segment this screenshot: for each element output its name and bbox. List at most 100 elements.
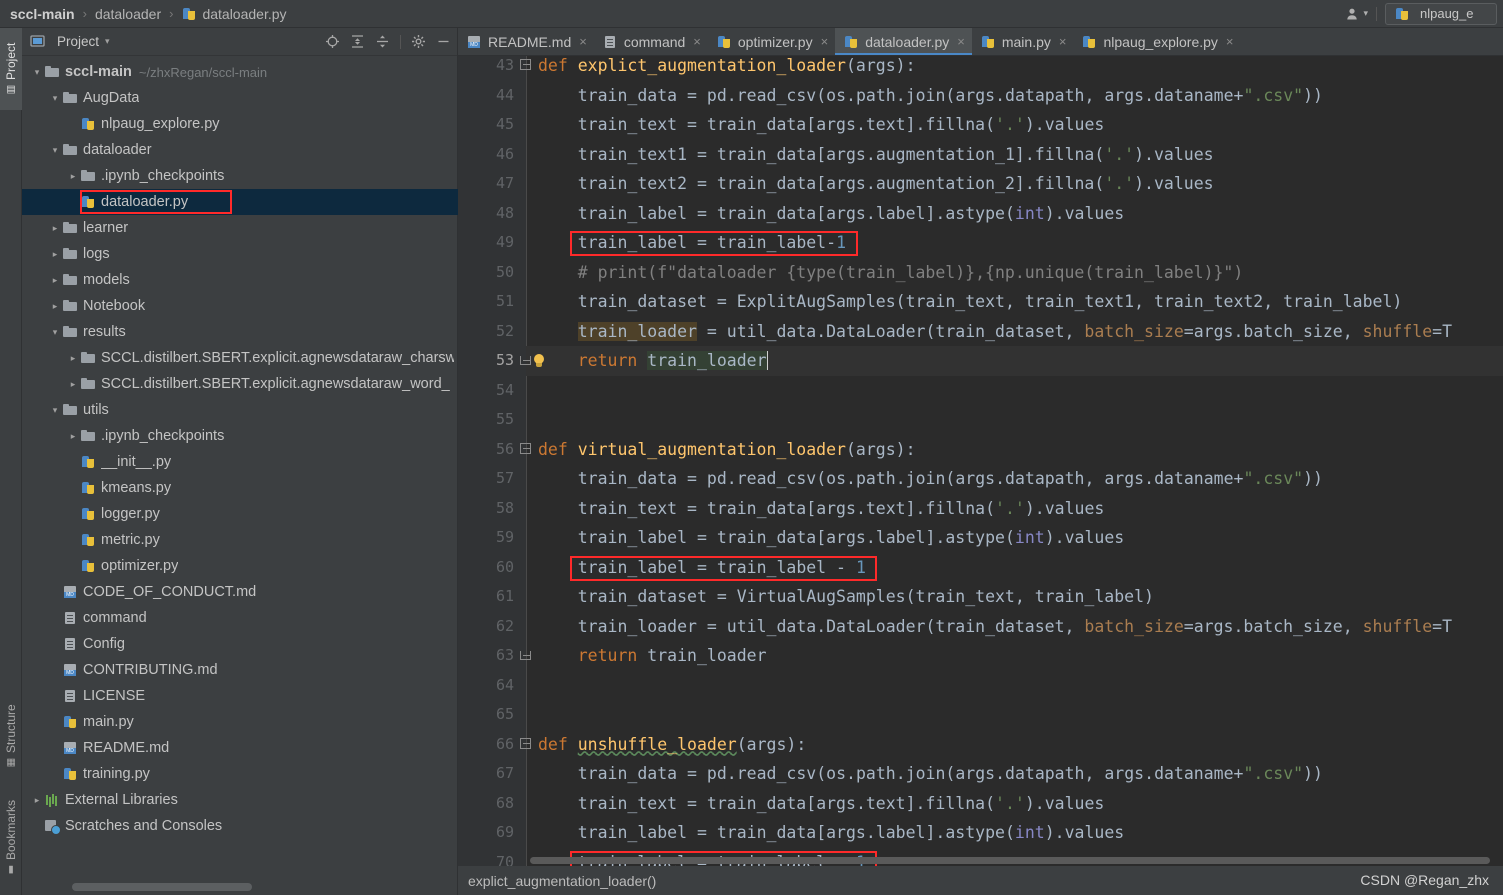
- code-line[interactable]: 62 train_loader = util_data.DataLoader(t…: [458, 612, 1503, 642]
- tree-item-sccl-main[interactable]: ▾ sccl-main ~/zhxRegan/sccl-main: [22, 59, 458, 85]
- tree-item-results[interactable]: ▾ results: [22, 319, 458, 345]
- tree-item-config[interactable]: Config: [22, 631, 458, 657]
- chevron-down-icon[interactable]: ▾: [30, 67, 44, 78]
- tree-item-scratches-and-consoles[interactable]: Scratches and Consoles: [22, 813, 458, 839]
- user-icon[interactable]: ▾: [1346, 7, 1368, 21]
- tree-item-models[interactable]: ▸ models: [22, 267, 458, 293]
- tree-item-augdata[interactable]: ▾ AugData: [22, 85, 458, 111]
- panel-horizontal-scrollbar[interactable]: [72, 883, 252, 891]
- code-line[interactable]: 59 train_label = train_data[args.label].…: [458, 523, 1503, 553]
- code-line[interactable]: 52 train_loader = util_data.DataLoader(t…: [458, 317, 1503, 347]
- sidebar-item-structure[interactable]: ▦ Structure: [0, 693, 22, 779]
- tree-item-__init__.py[interactable]: __init__.py: [22, 449, 458, 475]
- code-line[interactable]: 47 train_text2 = train_data[args.augment…: [458, 169, 1503, 199]
- editor-horizontal-scrollbar[interactable]: [530, 857, 1490, 864]
- editor-tab-dataloader-py[interactable]: dataloader.py ×: [835, 28, 972, 55]
- chevron-down-icon[interactable]: ▾: [48, 327, 62, 338]
- minimize-icon[interactable]: [436, 34, 451, 49]
- tree-item-contributing.md[interactable]: CONTRIBUTING.md: [22, 657, 458, 683]
- tree-item-.ipynb_checkpoints[interactable]: ▸ .ipynb_checkpoints: [22, 423, 458, 449]
- chevron-right-icon[interactable]: ▸: [66, 379, 80, 390]
- fold-collapse-icon[interactable]: [520, 737, 533, 751]
- code-line[interactable]: 61 train_dataset = VirtualAugSamples(tra…: [458, 582, 1503, 612]
- tree-item-main.py[interactable]: main.py: [22, 709, 458, 735]
- code-editor[interactable]: 43 def explict_augmentation_loader(args):…: [458, 56, 1503, 866]
- code-line[interactable]: 63 return train_loader: [458, 641, 1503, 671]
- editor-tab-readme-md[interactable]: README.md ×: [458, 28, 594, 55]
- close-icon[interactable]: ×: [1059, 34, 1067, 49]
- code-line[interactable]: 65: [458, 700, 1503, 730]
- code-line[interactable]: 50 # print(f"dataloader {type(train_labe…: [458, 258, 1503, 288]
- chevron-down-icon[interactable]: ▾: [48, 145, 62, 156]
- editor-tab-bar[interactable]: README.md×command×optimizer.py×dataloade…: [458, 28, 1503, 56]
- code-line[interactable]: 69 train_label = train_data[args.label].…: [458, 818, 1503, 848]
- tree-item-code_of_conduct.md[interactable]: CODE_OF_CONDUCT.md: [22, 579, 458, 605]
- tree-item-sccl.distilbert.sbert.explicit.agnewsdataraw_charsw[interactable]: ▸ SCCL.distilbert.SBERT.explicit.agnewsda…: [22, 345, 458, 371]
- tree-item-readme.md[interactable]: README.md: [22, 735, 458, 761]
- editor-tab-optimizer-py[interactable]: optimizer.py ×: [708, 28, 835, 55]
- chevron-down-icon[interactable]: ▾: [105, 36, 110, 47]
- tree-item-kmeans.py[interactable]: kmeans.py: [22, 475, 458, 501]
- close-icon[interactable]: ×: [821, 34, 829, 49]
- sidebar-item-project[interactable]: ▤ Project: [0, 28, 22, 110]
- expand-all-icon[interactable]: [350, 34, 365, 49]
- chevron-right-icon[interactable]: ▸: [66, 431, 80, 442]
- code-line[interactable]: 43 def explict_augmentation_loader(args):: [458, 56, 1503, 81]
- code-line[interactable]: 48 train_label = train_data[args.label].…: [458, 199, 1503, 229]
- fold-end-icon[interactable]: [520, 649, 533, 662]
- tree-item-dataloader[interactable]: ▾ dataloader: [22, 137, 458, 163]
- editor-tab-command[interactable]: command ×: [594, 28, 708, 55]
- tree-item-.ipynb_checkpoints[interactable]: ▸ .ipynb_checkpoints: [22, 163, 458, 189]
- code-line[interactable]: 51 train_dataset = ExplitAugSamples(trai…: [458, 287, 1503, 317]
- chevron-right-icon[interactable]: ▸: [48, 275, 62, 286]
- fold-collapse-icon[interactable]: [520, 59, 533, 72]
- code-line[interactable]: 49 train_label = train_label-1: [458, 228, 1503, 258]
- chevron-right-icon[interactable]: ▸: [48, 249, 62, 260]
- tree-item-nlpaug_explore.py[interactable]: nlpaug_explore.py: [22, 111, 458, 137]
- breadcrumb-file[interactable]: dataloader.py: [202, 6, 286, 22]
- tree-item-notebook[interactable]: ▸ Notebook: [22, 293, 458, 319]
- breadcrumb-project[interactable]: sccl-main: [10, 6, 75, 22]
- chevron-down-icon[interactable]: ▾: [48, 405, 62, 416]
- tree-item-utils[interactable]: ▾ utils: [22, 397, 458, 423]
- tree-item-logger.py[interactable]: logger.py: [22, 501, 458, 527]
- chevron-right-icon[interactable]: ▸: [48, 223, 62, 234]
- close-icon[interactable]: ×: [579, 34, 587, 49]
- chevron-right-icon[interactable]: ▸: [30, 795, 44, 806]
- tree-item-training.py[interactable]: training.py: [22, 761, 458, 787]
- tree-item-external-libraries[interactable]: ▸ External Libraries: [22, 787, 458, 813]
- tree-item-sccl.distilbert.sbert.explicit.agnewsdataraw_word_[interactable]: ▸ SCCL.distilbert.SBERT.explicit.agnewsda…: [22, 371, 458, 397]
- tree-item-optimizer.py[interactable]: optimizer.py: [22, 553, 458, 579]
- code-line[interactable]: 68 train_text = train_data[args.text].fi…: [458, 789, 1503, 819]
- code-line[interactable]: 60 train_label = train_label - 1: [458, 553, 1503, 583]
- code-line[interactable]: 54: [458, 376, 1503, 406]
- code-line[interactable]: 46 train_text1 = train_data[args.augment…: [458, 140, 1503, 170]
- tree-item-learner[interactable]: ▸ learner: [22, 215, 458, 241]
- close-icon[interactable]: ×: [957, 34, 965, 49]
- code-line[interactable]: 55: [458, 405, 1503, 435]
- chevron-down-icon[interactable]: ▾: [48, 93, 62, 104]
- collapse-all-icon[interactable]: [375, 34, 390, 49]
- locate-icon[interactable]: [325, 34, 340, 49]
- tree-item-dataloader.py[interactable]: dataloader.py: [22, 189, 458, 215]
- chevron-right-icon[interactable]: ▸: [66, 353, 80, 364]
- chevron-right-icon[interactable]: ▸: [66, 171, 80, 182]
- code-line[interactable]: 53 return train_loader: [458, 346, 1503, 376]
- editor-tab-main-py[interactable]: main.py ×: [972, 28, 1074, 55]
- settings-gear-icon[interactable]: [411, 34, 426, 49]
- code-line[interactable]: 64: [458, 671, 1503, 701]
- breadcrumb-folder[interactable]: dataloader: [95, 6, 161, 22]
- run-configuration-selector[interactable]: nlpaug_e: [1385, 2, 1497, 25]
- code-line[interactable]: 56 def virtual_augmentation_loader(args):: [458, 435, 1503, 465]
- tree-item-command[interactable]: command: [22, 605, 458, 631]
- code-line[interactable]: 66 def unshuffle_loader(args):: [458, 730, 1503, 760]
- code-line[interactable]: 45 train_text = train_data[args.text].fi…: [458, 110, 1503, 140]
- code-line[interactable]: 58 train_text = train_data[args.text].fi…: [458, 494, 1503, 524]
- close-icon[interactable]: ×: [1226, 34, 1234, 49]
- chevron-right-icon[interactable]: ▸: [48, 301, 62, 312]
- close-icon[interactable]: ×: [693, 34, 701, 49]
- fold-collapse-icon[interactable]: [520, 442, 533, 456]
- code-line[interactable]: 67 train_data = pd.read_csv(os.path.join…: [458, 759, 1503, 789]
- sidebar-item-bookmarks[interactable]: ▮ Bookmarks: [0, 787, 22, 887]
- tree-item-license[interactable]: LICENSE: [22, 683, 458, 709]
